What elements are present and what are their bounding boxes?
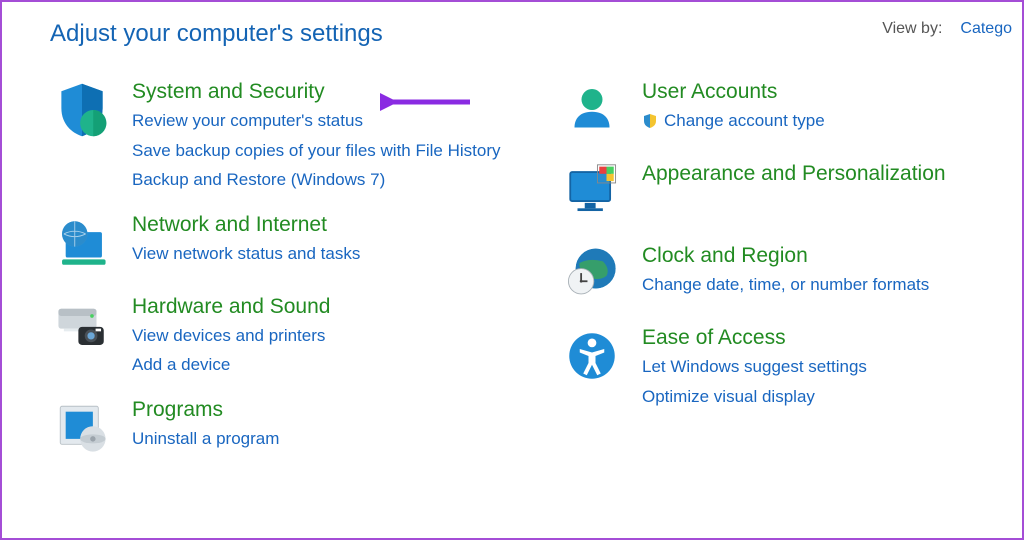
review-status-link[interactable]: Review your computer's status [132, 108, 501, 134]
category-clock-region: Clock and Region Change date, time, or n… [560, 242, 1000, 306]
add-device-link[interactable]: Add a device [132, 352, 330, 378]
view-by-value[interactable]: Catego [960, 20, 1012, 38]
category-hardware-sound: Hardware and Sound View devices and prin… [50, 293, 530, 378]
accessibility-icon [560, 324, 624, 388]
hardware-sound-title[interactable]: Hardware and Sound [132, 295, 330, 319]
programs-title[interactable]: Programs [132, 398, 279, 422]
appearance-title[interactable]: Appearance and Personalization [642, 162, 946, 186]
network-status-link[interactable]: View network status and tasks [132, 241, 360, 267]
network-icon [50, 211, 114, 275]
backup-restore-link[interactable]: Backup and Restore (Windows 7) [132, 167, 501, 193]
file-history-link[interactable]: Save backup copies of your files with Fi… [132, 138, 501, 164]
category-user-accounts: User Accounts Change account type [560, 78, 1000, 142]
category-system-security: System and Security Review your computer… [50, 78, 530, 193]
system-security-title[interactable]: System and Security [132, 80, 501, 104]
uninstall-program-link[interactable]: Uninstall a program [132, 426, 279, 452]
page-title: Adjust your computer's settings [50, 20, 383, 48]
clock-region-title[interactable]: Clock and Region [642, 244, 929, 268]
category-network-internet: Network and Internet View network status… [50, 211, 530, 275]
optimize-display-link[interactable]: Optimize visual display [642, 384, 867, 410]
view-by: View by: Catego [882, 20, 1012, 38]
user-icon [560, 78, 624, 142]
view-by-label: View by: [882, 20, 942, 38]
change-date-link[interactable]: Change date, time, or number formats [642, 272, 929, 298]
shield-icon [50, 78, 114, 142]
change-account-type-link[interactable]: Change account type [664, 108, 825, 134]
network-internet-title[interactable]: Network and Internet [132, 213, 360, 237]
user-accounts-title[interactable]: User Accounts [642, 80, 825, 104]
category-programs: Programs Uninstall a program [50, 396, 530, 460]
ease-of-access-title[interactable]: Ease of Access [642, 326, 867, 350]
category-ease-of-access: Ease of Access Let Windows suggest setti… [560, 324, 1000, 409]
uac-shield-icon [642, 113, 658, 129]
printer-camera-icon [50, 293, 114, 357]
category-appearance: Appearance and Personalization [560, 160, 1000, 224]
clock-globe-icon [560, 242, 624, 306]
windows-suggest-link[interactable]: Let Windows suggest settings [642, 354, 867, 380]
programs-icon [50, 396, 114, 460]
view-devices-link[interactable]: View devices and printers [132, 323, 330, 349]
monitor-icon [560, 160, 624, 224]
